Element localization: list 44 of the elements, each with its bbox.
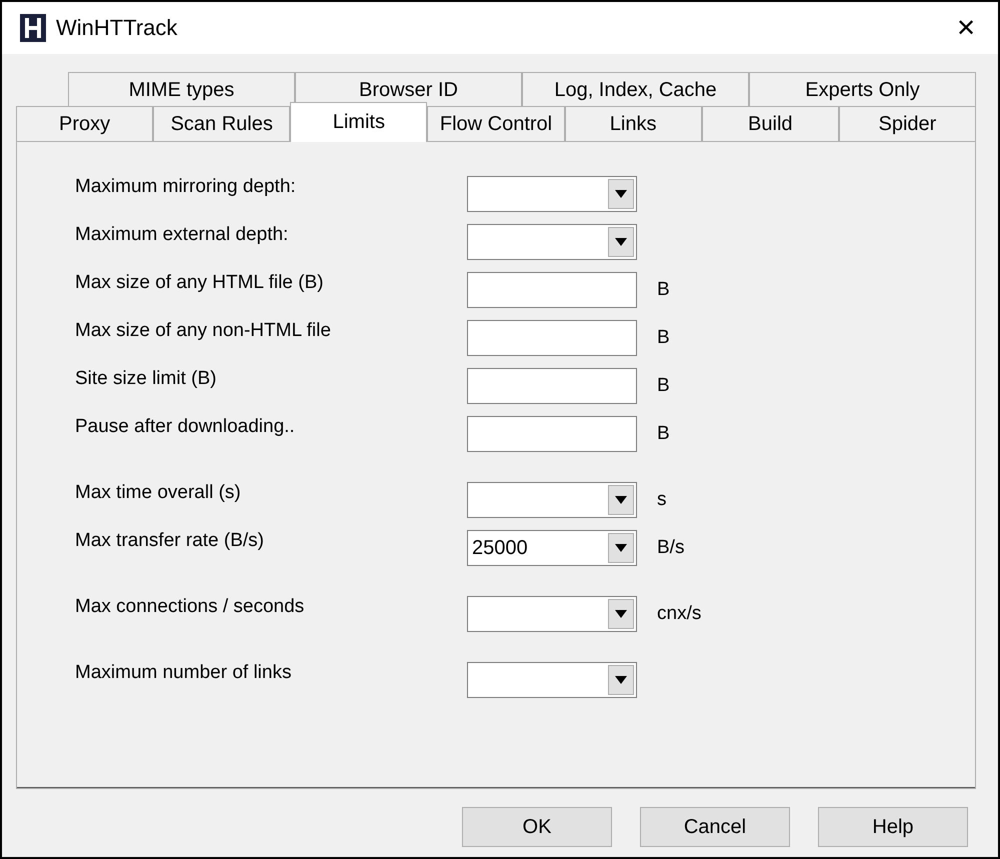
field-label: Max time overall (s)	[75, 482, 242, 504]
combo-box[interactable]	[467, 596, 637, 632]
window-title: WinHTTrack	[56, 15, 178, 41]
tab[interactable]: Scan Rules	[153, 106, 290, 142]
field-label: Max size of any non-HTML file	[75, 320, 332, 342]
tab[interactable]: Limits	[290, 102, 428, 142]
dialog-button[interactable]: Help	[818, 807, 968, 847]
tab[interactable]: Build	[702, 106, 839, 142]
dialog-button[interactable]: OK	[462, 807, 612, 847]
input-field[interactable]	[467, 320, 637, 356]
tab[interactable]: Flow Control	[427, 106, 565, 142]
field-label: Maximum external depth:	[75, 224, 290, 246]
unit-label: cnx/s	[656, 603, 702, 625]
combo-box[interactable]	[467, 662, 637, 698]
combo-box[interactable]	[467, 224, 637, 260]
tab[interactable]: MIME types	[68, 72, 295, 108]
input-field[interactable]	[467, 368, 637, 404]
field-label: Maximum mirroring depth:	[75, 176, 297, 198]
unit-label: s	[656, 489, 668, 511]
combo-value: 25000	[472, 536, 528, 560]
field-label: Maximum number of links	[75, 662, 292, 684]
combo-box[interactable]: 25000	[467, 530, 637, 566]
unit-label: B	[656, 375, 671, 397]
field-label: Max connections / seconds	[75, 596, 306, 618]
unit-label: B	[656, 327, 671, 349]
tab[interactable]: Log, Index, Cache	[522, 72, 749, 108]
field-label: Max size of any HTML file (B)	[75, 272, 324, 294]
combo-box[interactable]	[467, 482, 637, 518]
unit-label: B	[656, 279, 671, 301]
unit-label: B/s	[656, 537, 686, 559]
tab[interactable]: Links	[564, 106, 702, 142]
tab[interactable]: Spider	[838, 106, 976, 142]
dialog-button[interactable]: Cancel	[640, 807, 790, 847]
unit-label: B	[656, 423, 671, 445]
tab[interactable]: Experts Only	[749, 72, 976, 108]
input-field[interactable]	[467, 272, 637, 308]
tab[interactable]: Proxy	[16, 106, 154, 142]
field-label: Max transfer rate (B/s)	[75, 530, 265, 552]
app-logo-icon	[20, 14, 46, 42]
combo-box[interactable]	[467, 176, 637, 212]
input-field[interactable]	[467, 416, 637, 452]
field-label: Pause after downloading..	[75, 416, 296, 438]
close-button[interactable]: ✕	[946, 8, 986, 48]
field-label: Site size limit (B)	[75, 368, 218, 390]
